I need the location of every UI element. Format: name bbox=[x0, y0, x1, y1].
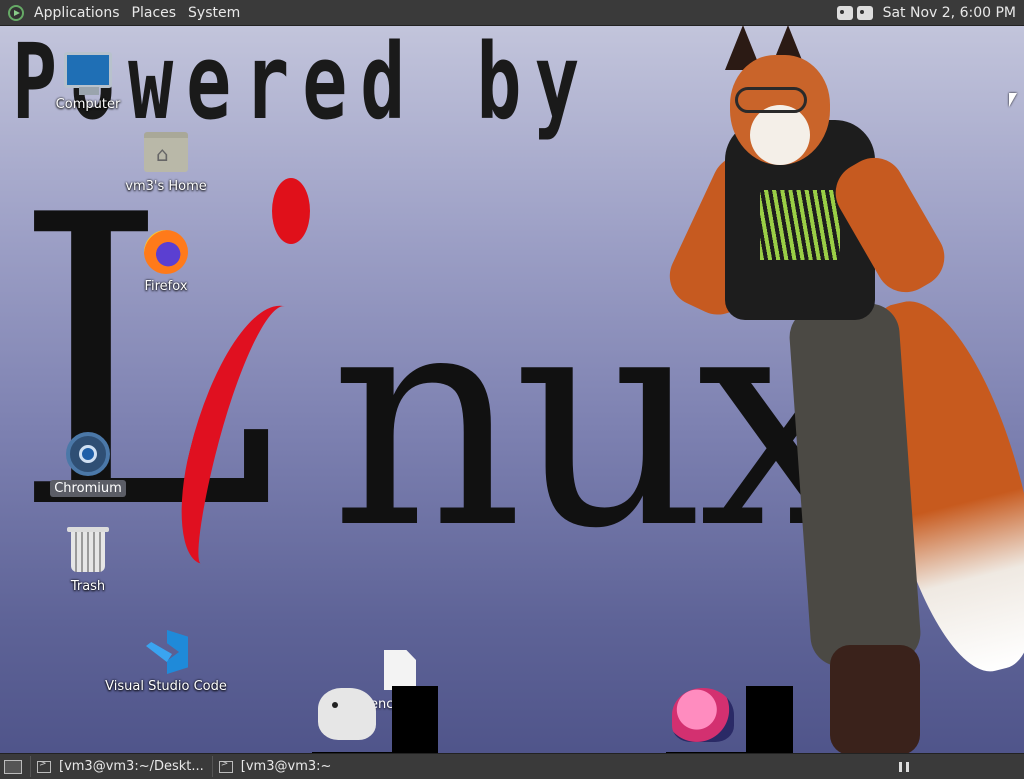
document-file-icon[interactable] bbox=[384, 650, 416, 690]
mushroom-sprite-icon[interactable] bbox=[672, 688, 734, 742]
mascot-sprite-icon[interactable] bbox=[318, 688, 376, 740]
desktop-icon-label: Visual Studio Code bbox=[105, 679, 227, 694]
network-icon[interactable] bbox=[836, 5, 853, 20]
fox-glasses bbox=[735, 87, 807, 113]
vscode-icon bbox=[142, 628, 190, 676]
bottom-panel: [vm3@vm3:~/Deskt... [vm3@vm3:~ bbox=[0, 753, 1024, 779]
taskbar-item-terminal-1[interactable]: [vm3@vm3:~/Deskt... bbox=[30, 756, 210, 777]
desktop-icon-vscode[interactable]: Visual Studio Code bbox=[105, 628, 227, 695]
clock[interactable]: Sat Nov 2, 6:00 PM bbox=[877, 5, 1020, 21]
desktop-icon-trash[interactable]: Trash bbox=[38, 527, 138, 595]
desktop-icon-label: Computer bbox=[55, 97, 121, 112]
desktop-icon-label: Firefox bbox=[144, 279, 188, 294]
mouse-pointer-icon bbox=[1009, 93, 1017, 107]
desktop-icon-computer[interactable]: Computer bbox=[38, 46, 138, 113]
home-folder-icon bbox=[142, 128, 190, 176]
taskbar-item-label: [vm3@vm3:~ bbox=[240, 759, 332, 774]
terminal-icon bbox=[218, 759, 233, 773]
computer-icon bbox=[64, 46, 112, 95]
taskbar-item-terminal-2[interactable]: [vm3@vm3:~ bbox=[211, 756, 338, 777]
trash-icon bbox=[64, 527, 112, 576]
firefox-icon bbox=[142, 228, 190, 276]
desktop-icon-chromium[interactable]: Chromium bbox=[38, 430, 138, 497]
show-desktop-icon[interactable] bbox=[4, 759, 22, 774]
distro-logo-icon bbox=[8, 4, 24, 21]
desktop-icon-label: Chromium bbox=[50, 480, 126, 497]
desktop-icon-label: Trash bbox=[70, 579, 106, 594]
chromium-icon bbox=[64, 430, 112, 478]
workspace-switcher[interactable] bbox=[894, 758, 914, 776]
wallpaper-linux-i-dot bbox=[272, 178, 310, 244]
fox-boots bbox=[830, 645, 920, 755]
fox-shirt-print bbox=[760, 190, 840, 260]
system-tray: Sat Nov 2, 6:00 PM bbox=[836, 0, 1024, 25]
desktop-icon-firefox[interactable]: Firefox bbox=[116, 228, 216, 295]
desktop-icon-home[interactable]: vm3's Home bbox=[116, 128, 216, 195]
wallpaper-fox-character bbox=[659, 25, 1024, 755]
volume-icon[interactable] bbox=[856, 5, 873, 20]
desktop-icon-label: vm3's Home bbox=[125, 179, 207, 194]
taskbar-item-label: [vm3@vm3:~/Deskt... bbox=[59, 759, 204, 774]
fox-muzzle bbox=[750, 105, 810, 165]
terminal-icon bbox=[37, 759, 51, 773]
